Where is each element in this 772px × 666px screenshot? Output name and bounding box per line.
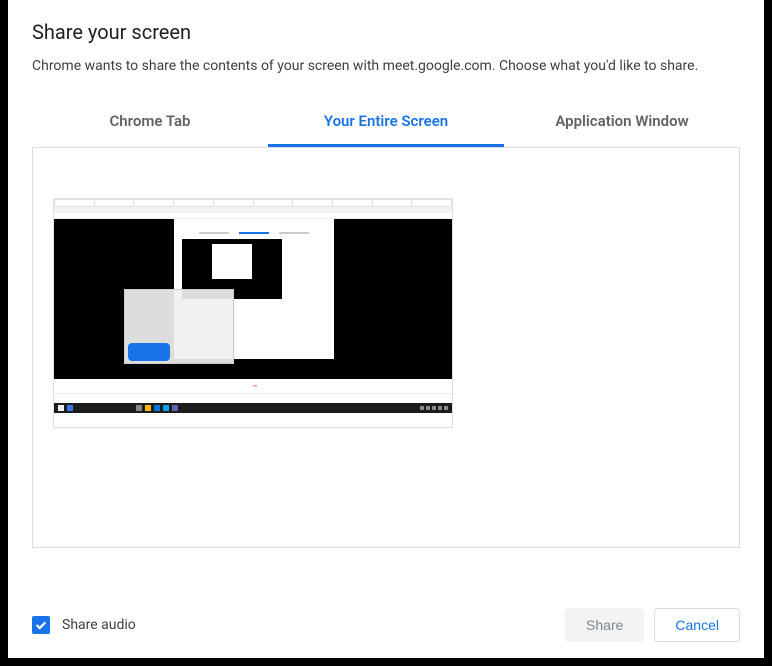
- thumb-taskbar: [54, 403, 452, 413]
- preview-area: ••: [32, 148, 740, 548]
- footer-buttons: Share Cancel: [565, 608, 740, 642]
- share-button[interactable]: Share: [565, 608, 644, 642]
- checkbox-icon: [32, 616, 50, 634]
- share-screen-dialog: Share your screen Chrome wants to share …: [8, 0, 764, 658]
- dialog-subtitle: Chrome wants to share the contents of yo…: [32, 58, 740, 74]
- tab-bar: Chrome Tab Your Entire Screen Applicatio…: [32, 98, 740, 148]
- thumb-content: [54, 219, 452, 379]
- share-audio-checkbox[interactable]: Share audio: [32, 616, 136, 634]
- screen-thumbnail[interactable]: ••: [53, 198, 453, 428]
- tab-application-window[interactable]: Application Window: [504, 98, 740, 147]
- dialog-footer: Share audio Share Cancel: [32, 588, 740, 642]
- tab-entire-screen[interactable]: Your Entire Screen: [268, 98, 504, 147]
- tab-chrome-tab[interactable]: Chrome Tab: [32, 98, 268, 147]
- thumb-browser-tabs: [54, 199, 452, 207]
- thumb-footer: ••: [54, 379, 452, 393]
- thumb-side-panel: [124, 289, 234, 364]
- dialog-title: Share your screen: [32, 20, 740, 44]
- cancel-button[interactable]: Cancel: [654, 608, 740, 642]
- checkbox-label: Share audio: [62, 617, 136, 633]
